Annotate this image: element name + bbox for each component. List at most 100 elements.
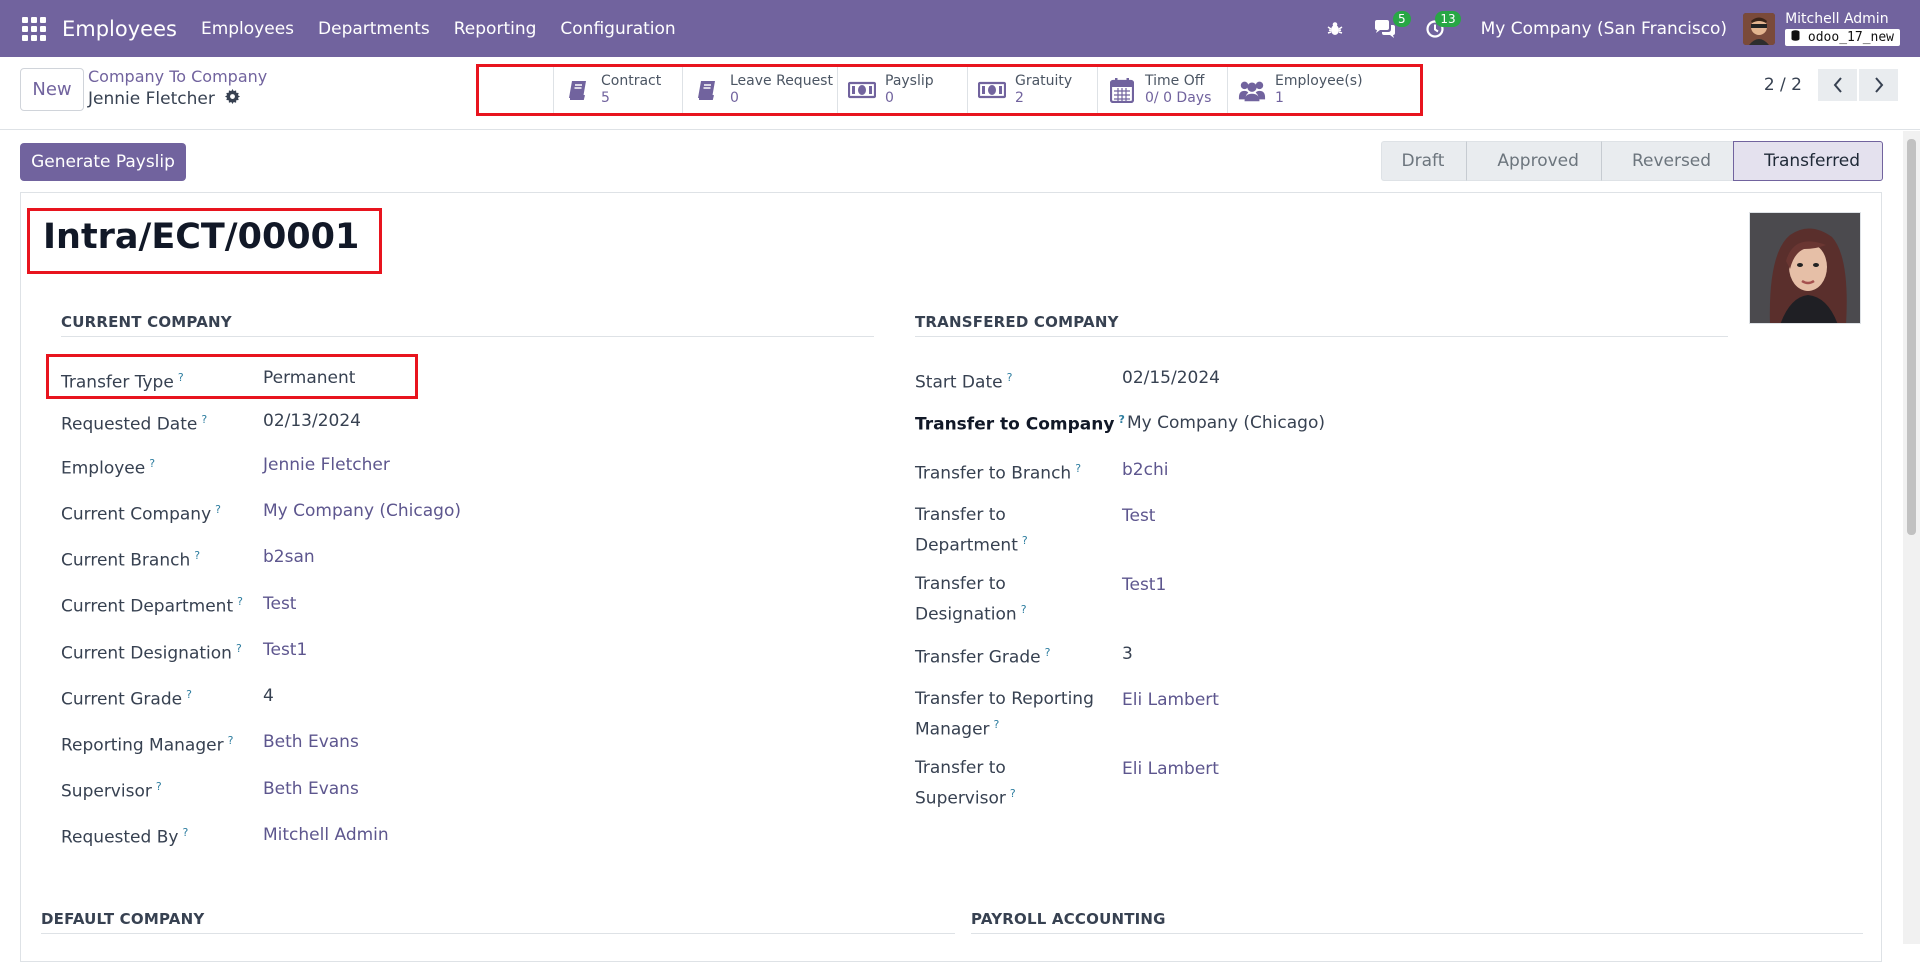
book-icon <box>693 76 721 104</box>
bug-icon[interactable] <box>1321 15 1349 43</box>
status-bar: Draft Approved Reversed Transferred <box>1380 141 1883 181</box>
field-label-current-designation: Current Designation? <box>61 642 242 664</box>
field-value-transfer-type[interactable]: Permanent <box>263 365 355 391</box>
field-label-transfer-to-supervisor: Transfer to Supervisor? <box>915 758 1016 809</box>
field-value-requested-date[interactable]: 02/13/2024 <box>263 408 361 434</box>
money-icon <box>848 76 876 104</box>
employee-photo[interactable] <box>1749 212 1861 324</box>
field-label-supervisor: Supervisor? <box>61 780 162 802</box>
stage-label: Draft <box>1401 151 1445 171</box>
field-value-transfer-to-branch[interactable]: b2chi <box>1122 457 1168 483</box>
activities-icon[interactable]: 13 <box>1421 10 1461 43</box>
field-label-current-company: Current Company? <box>61 503 221 525</box>
apps-menu-icon[interactable] <box>22 16 46 41</box>
scrollbar-thumb[interactable] <box>1907 139 1916 535</box>
field-value-requested-by[interactable]: Mitchell Admin <box>263 822 389 848</box>
stat-label: Leave Request <box>730 73 833 89</box>
stat-value: 0 <box>730 90 739 106</box>
stat-label: Contract <box>601 73 662 89</box>
smart-buttons: Contract 5 Leave Request 0 Payslip 0 Gra… <box>476 64 1423 116</box>
field-label-transfer-grade: Transfer Grade? <box>915 646 1051 668</box>
stage-label: Transferred <box>1764 151 1860 171</box>
database-chip: odoo_17_new <box>1785 29 1900 46</box>
stat-value: 2 <box>1015 90 1024 106</box>
stat-value: 0 <box>885 90 894 106</box>
top-navbar: Employees Employees Departments Reportin… <box>0 0 1920 57</box>
breadcrumb-parent[interactable]: Company To Company <box>88 67 267 86</box>
pager-value[interactable]: 2 / 2 <box>1764 75 1802 95</box>
activities-badge: 13 <box>1435 10 1461 27</box>
field-value-current-company[interactable]: My Company (Chicago) <box>263 498 461 524</box>
stage-transferred[interactable]: Transferred <box>1733 141 1883 181</box>
navbar-systray: 5 13 My Company (San Francisco) Mitchell… <box>1321 0 1920 57</box>
field-value-transfer-to-company[interactable]: My Company (Chicago) <box>1127 410 1325 436</box>
database-name: odoo_17_new <box>1807 30 1894 45</box>
control-panel: New Company To Company Jennie Fletcher C… <box>0 57 1920 130</box>
field-value-transfer-to-supervisor[interactable]: Eli Lambert <box>1122 756 1219 782</box>
chevron-right-icon <box>1874 77 1883 93</box>
contract-stat-button[interactable]: Contract 5 <box>553 67 682 113</box>
field-value-current-branch[interactable]: b2san <box>263 544 315 570</box>
menu-configuration[interactable]: Configuration <box>560 19 675 39</box>
breadcrumb-current-label: Jennie Fletcher <box>88 89 215 109</box>
stat-label: Employee(s) <box>1275 73 1363 89</box>
menu-employees[interactable]: Employees <box>201 19 294 39</box>
record-title-highlight: Intra/ECT/00001 <box>27 208 382 274</box>
field-value-start-date[interactable]: 02/15/2024 <box>1122 365 1220 391</box>
calendar-icon <box>1108 76 1136 104</box>
menu-departments[interactable]: Departments <box>318 19 430 39</box>
field-value-current-department[interactable]: Test <box>263 591 296 617</box>
menu-reporting[interactable]: Reporting <box>454 19 537 39</box>
employees-stat-button[interactable]: Employee(s) 1 <box>1227 67 1389 113</box>
field-value-transfer-to-designation[interactable]: Test1 <box>1122 572 1166 598</box>
field-label-transfer-to-branch: Transfer to Branch? <box>915 462 1082 484</box>
user-name: Mitchell Admin <box>1785 11 1889 27</box>
divider <box>915 336 1728 337</box>
divider <box>41 933 955 934</box>
field-label-transfer-type: Transfer Type? <box>61 371 184 393</box>
field-value-reporting-manager[interactable]: Beth Evans <box>263 729 359 755</box>
stage-reversed[interactable]: Reversed <box>1600 141 1734 181</box>
user-avatar[interactable] <box>1743 12 1776 45</box>
stat-value: 1 <box>1275 90 1284 106</box>
pager: 2 / 2 <box>1764 69 1898 101</box>
book-icon <box>564 76 592 104</box>
database-icon <box>1791 30 1800 41</box>
users-icon <box>1238 76 1266 104</box>
field-value-employee[interactable]: Jennie Fletcher <box>263 452 390 478</box>
current-company-heading: CURRENT COMPANY <box>61 313 232 331</box>
leave-request-stat-button[interactable]: Leave Request 0 <box>682 67 837 113</box>
stat-value: 0/ 0 Days <box>1145 90 1212 106</box>
field-label-reporting-manager: Reporting Manager? <box>61 734 234 756</box>
app-brand[interactable]: Employees <box>62 17 177 41</box>
stage-approved[interactable]: Approved <box>1466 141 1601 181</box>
field-value-transfer-to-department[interactable]: Test <box>1122 503 1155 529</box>
breadcrumb-current: Jennie Fletcher <box>88 89 267 109</box>
field-label-current-branch: Current Branch? <box>61 549 201 571</box>
time-off-stat-button[interactable]: Time Off 0/ 0 Days <box>1097 67 1227 113</box>
field-value-supervisor[interactable]: Beth Evans <box>263 776 359 802</box>
messages-badge: 5 <box>1392 10 1411 27</box>
field-value-transfer-to-reporting-manager[interactable]: Eli Lambert <box>1122 687 1219 713</box>
field-value-transfer-grade[interactable]: 3 <box>1122 641 1133 667</box>
gratuity-stat-button[interactable]: Gratuity 2 <box>967 67 1097 113</box>
scrollbar[interactable] <box>1903 131 1920 944</box>
field-label-start-date: Start Date? <box>915 371 1013 393</box>
field-value-current-designation[interactable]: Test1 <box>263 637 307 663</box>
gear-icon[interactable] <box>224 89 240 109</box>
record-title[interactable]: Intra/ECT/00001 <box>43 217 359 257</box>
pager-previous-button[interactable] <box>1818 69 1857 101</box>
generate-payslip-button[interactable]: Generate Payslip <box>20 143 186 181</box>
divider <box>971 933 1863 934</box>
new-button[interactable]: New <box>20 68 84 111</box>
messages-icon[interactable]: 5 <box>1371 10 1411 43</box>
stat-label: Time Off <box>1145 73 1205 89</box>
pager-next-button[interactable] <box>1859 69 1898 101</box>
field-label-current-department: Current Department? <box>61 595 243 617</box>
company-switcher[interactable]: My Company (San Francisco) <box>1481 19 1727 39</box>
payslip-stat-button[interactable]: Payslip 0 <box>837 67 967 113</box>
field-value-current-grade[interactable]: 4 <box>263 683 274 709</box>
field-label-transfer-to-company: Transfer to Company? <box>915 413 1125 435</box>
stage-draft[interactable]: Draft <box>1380 141 1467 181</box>
user-menu[interactable]: Mitchell Admin odoo_17_new <box>1785 11 1900 46</box>
